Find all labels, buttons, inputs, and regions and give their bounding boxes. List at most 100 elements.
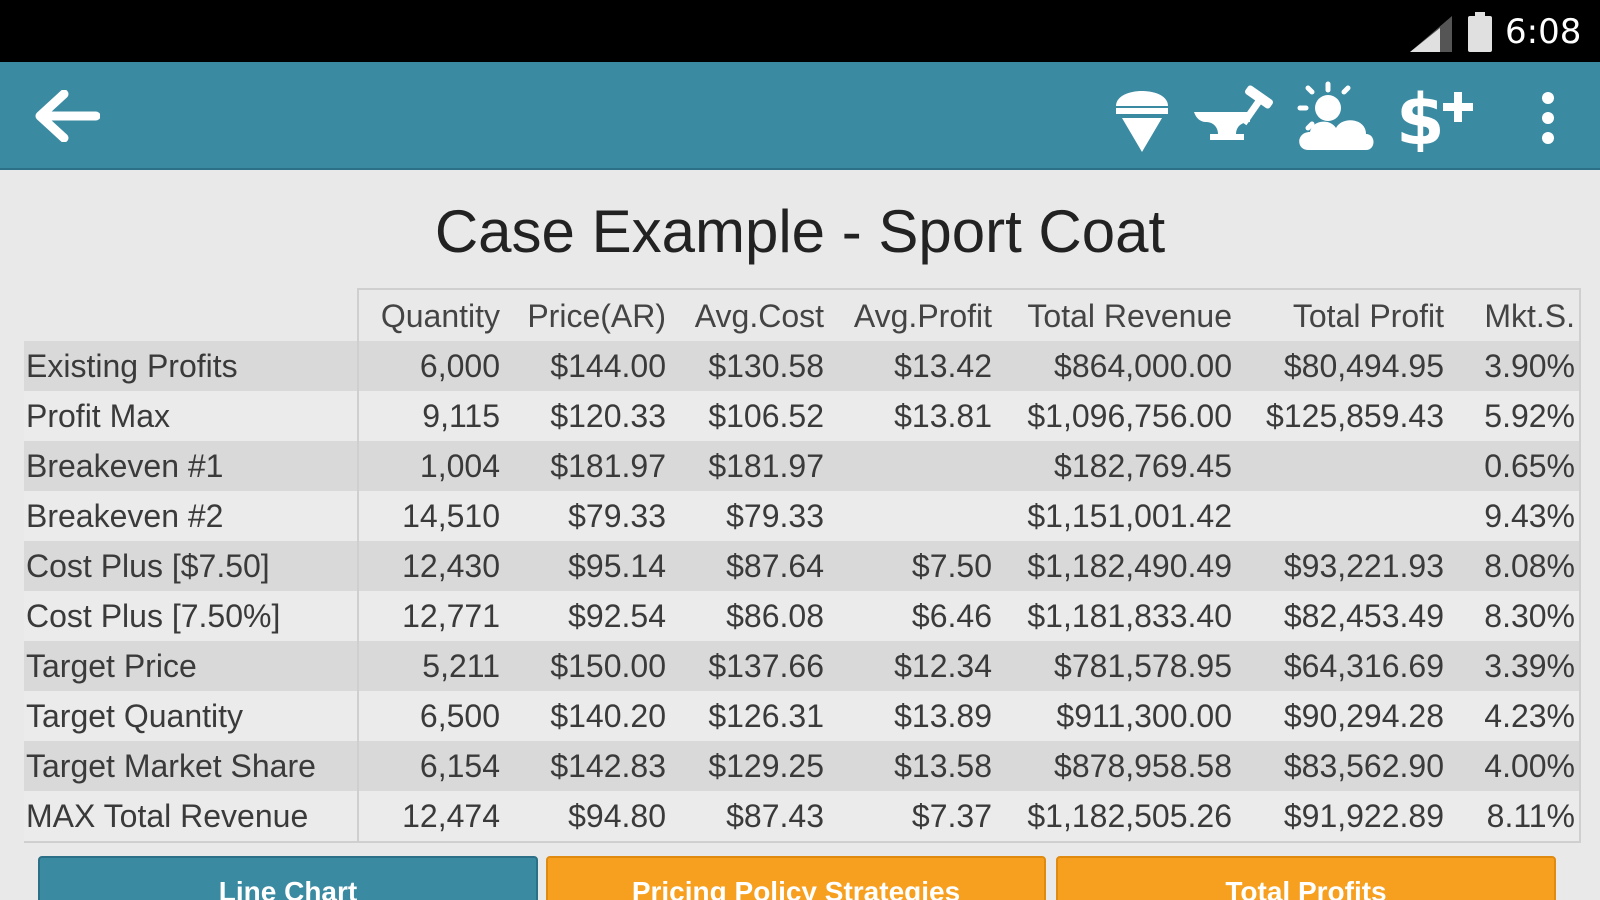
- status-clock: 6:08: [1505, 12, 1582, 52]
- dollar-plus-icon[interactable]: $: [1396, 80, 1480, 152]
- table-cell: 8.08%: [1448, 541, 1581, 591]
- row-label: Profit Max: [24, 391, 359, 441]
- table-cell: $87.64: [670, 541, 828, 591]
- table-cell: $12.34: [828, 641, 996, 691]
- column-header: Avg.Cost: [670, 288, 828, 341]
- table-row: Cost Plus [7.50%] 12,771 $92.54 $86.08 $6.46…: [24, 591, 1581, 641]
- row-label: Breakeven #2: [24, 491, 359, 541]
- table-cell: $90,294.28: [1236, 691, 1448, 741]
- table-cell: $91,922.89: [1236, 791, 1448, 843]
- row-label: Target Market Share: [24, 741, 359, 791]
- table-cell: 1,004: [358, 441, 504, 491]
- row-label: Target Quantity: [24, 691, 359, 741]
- table-cell: 12,430: [358, 541, 504, 591]
- table-cell: $106.52: [670, 391, 828, 441]
- table-cell: $13.89: [828, 691, 996, 741]
- table-row: Target Market Share 6,154 $142.83 $129.25 $1…: [24, 741, 1581, 791]
- sun-cloud-icon[interactable]: [1294, 80, 1376, 152]
- table-cell: $87.43: [670, 791, 828, 843]
- column-header: Total Revenue: [996, 288, 1236, 341]
- table-cell: $125,859.43: [1236, 391, 1448, 441]
- table-cell: $181.97: [504, 441, 670, 491]
- table-cell: $781,578.95: [996, 641, 1236, 691]
- table-row: MAX Total Revenue 12,474 $94.80 $87.43 $7.37…: [24, 791, 1581, 843]
- table-cell: 8.11%: [1448, 791, 1581, 843]
- svg-text:$: $: [1396, 80, 1445, 152]
- row-label: MAX Total Revenue: [24, 791, 359, 843]
- table-cell: 6,000: [358, 341, 504, 391]
- table-cell: $1,181,833.40: [996, 591, 1236, 641]
- table-cell: $1,096,756.00: [996, 391, 1236, 441]
- table-row: Breakeven #2 14,510 $79.33 $79.33 $1,151,001…: [24, 491, 1581, 541]
- table-cell: $86.08: [670, 591, 828, 641]
- table-cell: 6,500: [358, 691, 504, 741]
- table-cell: $13.81: [828, 391, 996, 441]
- battery-icon: [1468, 12, 1492, 52]
- table-header-row: Quantity Price(AR) Avg.Cost Avg.Profit T…: [24, 288, 1581, 341]
- table-cell: $79.33: [504, 491, 670, 541]
- table-cell: 3.39%: [1448, 641, 1581, 691]
- row-label: Breakeven #1: [24, 441, 359, 491]
- anvil-hammer-icon[interactable]: [1192, 82, 1276, 148]
- table-cell: $13.58: [828, 741, 996, 791]
- row-label: Cost Plus [7.50%]: [24, 591, 359, 641]
- total-profits-button[interactable]: Total Profits: [1056, 856, 1556, 900]
- page-title: Case Example - Sport Coat: [434, 198, 1166, 265]
- table-cell: 12,474: [358, 791, 504, 843]
- line-chart-button[interactable]: Line Chart: [38, 856, 538, 900]
- column-header: Total Profit: [1236, 288, 1448, 341]
- table-cell: 14,510: [358, 491, 504, 541]
- table-cell: $1,182,490.49: [996, 541, 1236, 591]
- back-arrow-icon[interactable]: [34, 90, 100, 142]
- overflow-menu-icon[interactable]: [1528, 88, 1568, 148]
- table-cell: [828, 441, 996, 491]
- table-cell: 5,211: [358, 641, 504, 691]
- table-cell: $6.46: [828, 591, 996, 641]
- column-header: Price(AR): [504, 288, 670, 341]
- table-cell: 4.00%: [1448, 741, 1581, 791]
- table-cell: $79.33: [670, 491, 828, 541]
- table-cell: 9,115: [358, 391, 504, 441]
- table-cell: $1,151,001.42: [996, 491, 1236, 541]
- table-cell: 12,771: [358, 591, 504, 641]
- table-cell: 8.30%: [1448, 591, 1581, 641]
- table-cell: $82,453.49: [1236, 591, 1448, 641]
- pricing-table-container: Quantity Price(AR) Avg.Cost Avg.Profit T…: [24, 288, 1581, 843]
- table-cell: $150.00: [504, 641, 670, 691]
- status-bar: 6:08: [0, 0, 1600, 62]
- table-cell: 4.23%: [1448, 691, 1581, 741]
- column-header: Quantity: [358, 288, 504, 341]
- table-corner: [24, 289, 359, 341]
- table-cell: $129.25: [670, 741, 828, 791]
- table-cell: $80,494.95: [1236, 341, 1448, 391]
- table-cell: $878,958.58: [996, 741, 1236, 791]
- table-cell: 9.43%: [1448, 491, 1581, 541]
- table-cell: $182,769.45: [996, 441, 1236, 491]
- pricing-policy-button[interactable]: Pricing Policy Strategies: [546, 856, 1046, 900]
- table-cell: $181.97: [670, 441, 828, 491]
- table-cell: 3.90%: [1448, 341, 1581, 391]
- table-cell: $64,316.69: [1236, 641, 1448, 691]
- table-cell: $120.33: [504, 391, 670, 441]
- table-cell: $130.58: [670, 341, 828, 391]
- table-cell: $95.14: [504, 541, 670, 591]
- column-header: Avg.Profit: [828, 288, 996, 341]
- ice-cream-icon[interactable]: [1112, 80, 1172, 152]
- table-cell: $911,300.00: [996, 691, 1236, 741]
- table-cell: $126.31: [670, 691, 828, 741]
- table-cell: $94.80: [504, 791, 670, 843]
- table-row: Target Quantity 6,500 $140.20 $126.31 $13.89…: [24, 691, 1581, 741]
- table-cell: $83,562.90: [1236, 741, 1448, 791]
- row-label: Existing Profits: [24, 341, 359, 391]
- signal-icon: [1410, 16, 1452, 52]
- table-cell: [1236, 491, 1448, 541]
- table-cell: $137.66: [670, 641, 828, 691]
- table-cell: $13.42: [828, 341, 996, 391]
- table-cell: [828, 491, 996, 541]
- table-row: Cost Plus [$7.50] 12,430 $95.14 $87.64 $7.50…: [24, 541, 1581, 591]
- table-cell: $93,221.93: [1236, 541, 1448, 591]
- action-bar: $: [0, 62, 1600, 170]
- table-cell: 6,154: [358, 741, 504, 791]
- table-row: Target Price 5,211 $150.00 $137.66 $12.34 $78…: [24, 641, 1581, 691]
- table-cell: $92.54: [504, 591, 670, 641]
